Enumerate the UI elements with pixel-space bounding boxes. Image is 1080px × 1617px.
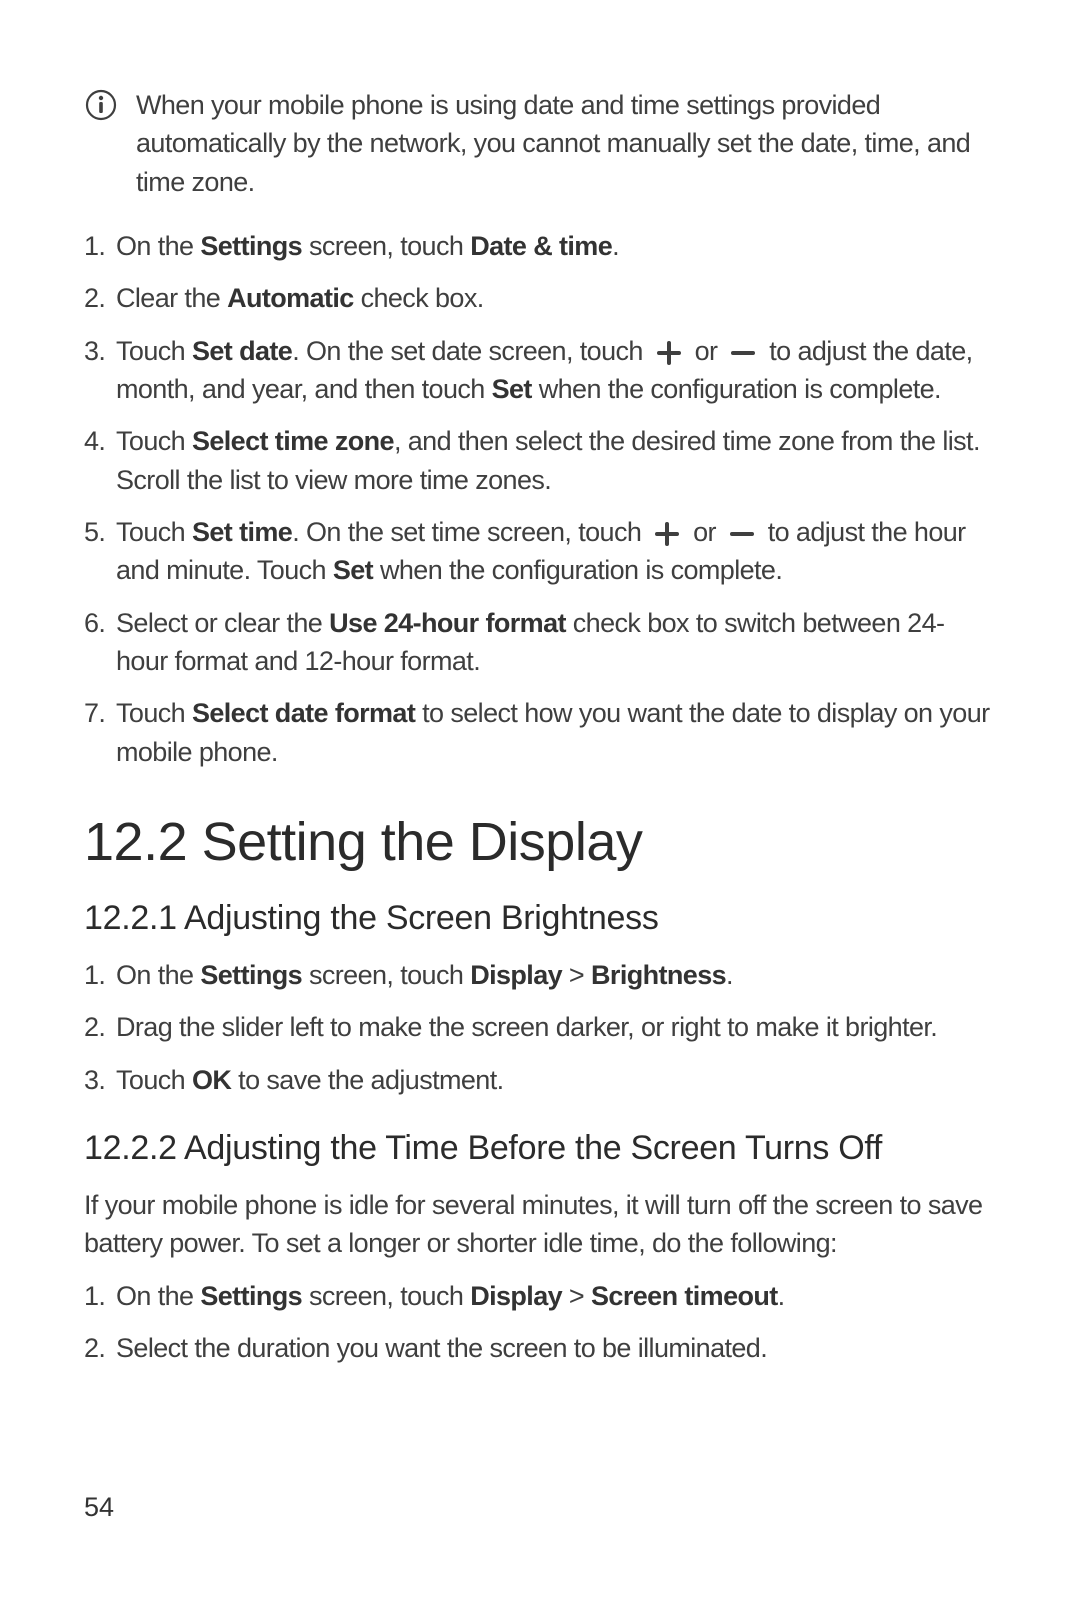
step-text: Touch Set time. On the set time screen, … xyxy=(116,513,996,590)
step-number: 4. xyxy=(84,422,112,499)
step-number: 7. xyxy=(84,694,112,771)
list-item: 1. On the Settings screen, touch Date & … xyxy=(84,227,996,265)
info-icon xyxy=(84,88,118,122)
list-item: 2. Drag the slider left to make the scre… xyxy=(84,1008,996,1046)
list-item: 6. Select or clear the Use 24-hour forma… xyxy=(84,604,996,681)
page-content: When your mobile phone is using date and… xyxy=(84,86,996,1397)
step-text: On the Settings screen, touch Display > … xyxy=(116,1277,996,1315)
step-text: Touch Set date. On the set date screen, … xyxy=(116,332,996,409)
intro-paragraph: If your mobile phone is idle for several… xyxy=(84,1186,996,1263)
step-number: 1. xyxy=(84,956,112,994)
step-text: Touch Select time zone, and then select … xyxy=(116,422,996,499)
list-item: 3. Touch Set date. On the set date scree… xyxy=(84,332,996,409)
info-note-text: When your mobile phone is using date and… xyxy=(136,86,996,201)
subsection-timeout: 12.2.2 Adjusting the Time Before the Scr… xyxy=(84,1129,996,1367)
plus-icon xyxy=(648,521,686,547)
list-item: 3. Touch OK to save the adjustment. xyxy=(84,1061,996,1099)
step-text: Touch OK to save the adjustment. xyxy=(116,1061,996,1099)
step-number: 2. xyxy=(84,279,112,317)
minus-icon xyxy=(724,340,762,366)
step-text: Touch Select date format to select how y… xyxy=(116,694,996,771)
step-number: 1. xyxy=(84,1277,112,1315)
info-note: When your mobile phone is using date and… xyxy=(84,86,996,201)
list-item: 2. Clear the Automatic check box. xyxy=(84,279,996,317)
list-item: 7. Touch Select date format to select ho… xyxy=(84,694,996,771)
step-number: 1. xyxy=(84,227,112,265)
step-number: 6. xyxy=(84,604,112,681)
step-text: Select the duration you want the screen … xyxy=(116,1329,996,1367)
subsection-heading: 12.2.1 Adjusting the Screen Brightness xyxy=(84,899,996,938)
step-text: Drag the slider left to make the screen … xyxy=(116,1008,996,1046)
page-number: 54 xyxy=(84,1492,114,1523)
step-text: On the Settings screen, touch Display > … xyxy=(116,956,996,994)
subsection-heading: 12.2.2 Adjusting the Time Before the Scr… xyxy=(84,1129,996,1168)
date-time-steps: 1. On the Settings screen, touch Date & … xyxy=(84,227,996,771)
list-item: 1. On the Settings screen, touch Display… xyxy=(84,1277,996,1315)
plus-icon xyxy=(650,340,688,366)
list-item: 4. Touch Select time zone, and then sele… xyxy=(84,422,996,499)
step-number: 2. xyxy=(84,1329,112,1367)
step-text: Select or clear the Use 24-hour format c… xyxy=(116,604,996,681)
list-item: 1. On the Settings screen, touch Display… xyxy=(84,956,996,994)
step-number: 3. xyxy=(84,1061,112,1099)
step-text: On the Settings screen, touch Date & tim… xyxy=(116,227,996,265)
minus-icon xyxy=(723,521,761,547)
step-text: Clear the Automatic check box. xyxy=(116,279,996,317)
step-number: 2. xyxy=(84,1008,112,1046)
step-number: 5. xyxy=(84,513,112,590)
list-item: 5. Touch Set time. On the set time scree… xyxy=(84,513,996,590)
list-item: 2. Select the duration you want the scre… xyxy=(84,1329,996,1367)
subsection-brightness: 12.2.1 Adjusting the Screen Brightness 1… xyxy=(84,899,996,1099)
step-number: 3. xyxy=(84,332,112,409)
section-heading: 12.2 Setting the Display xyxy=(84,811,996,873)
